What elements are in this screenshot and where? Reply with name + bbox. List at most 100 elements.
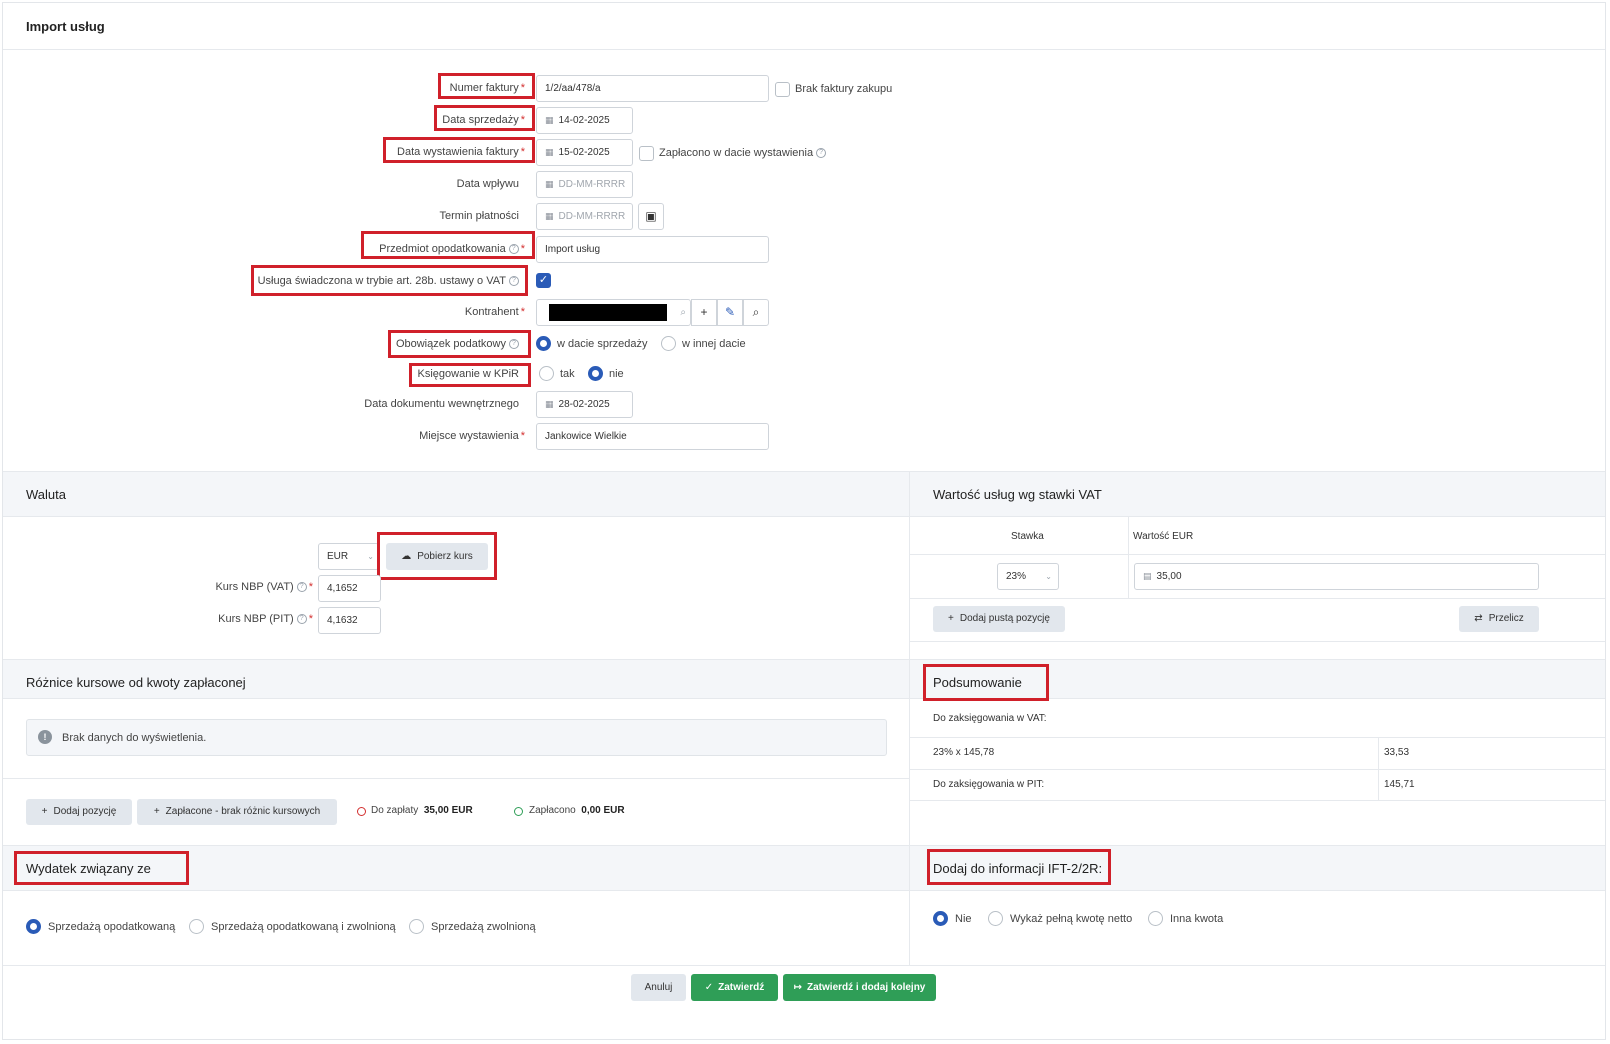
add-kontrahent-button[interactable]: + bbox=[691, 299, 717, 326]
wydatek-opt3-label: Sprzedażą zwolnioną bbox=[431, 921, 536, 933]
data-wplywu-input[interactable]: ▦ DD-MM-RRRR bbox=[536, 171, 633, 198]
col-wartosc-header: Wartość EUR bbox=[1133, 531, 1194, 542]
status-dot-icon bbox=[357, 807, 366, 816]
col-stawka-header: Stawka bbox=[1011, 531, 1044, 542]
przelicz-button[interactable]: ⇄ Przelicz bbox=[1459, 606, 1539, 632]
wydatek-opodatkowana-zwolniona-radio[interactable] bbox=[189, 919, 204, 934]
highlight-box bbox=[388, 330, 531, 358]
obowiazek-w-dacie-sprzedazy-radio[interactable] bbox=[536, 336, 551, 351]
vat-summary-label: Do zaksięgowania w VAT: bbox=[933, 713, 1047, 724]
wartosc-eur-input[interactable]: ▤ 35,00 bbox=[1134, 563, 1539, 590]
dodaj-pozycje-button[interactable]: + Dodaj pozycję bbox=[26, 799, 132, 825]
kpir-nie-radio[interactable] bbox=[588, 366, 603, 381]
wartosc-uslug-title: Wartość usług wg stawki VAT bbox=[933, 487, 1102, 502]
wydatek-zwolniona-radio[interactable] bbox=[409, 919, 424, 934]
highlight-box bbox=[383, 137, 535, 163]
kurs-pit-input[interactable]: 4,1632 bbox=[318, 607, 381, 634]
divider bbox=[910, 598, 1605, 599]
plus-icon: + bbox=[700, 305, 708, 319]
divider bbox=[3, 778, 909, 779]
brak-faktury-label: Brak faktury zakupu bbox=[795, 83, 893, 95]
numer-faktury-input[interactable]: 1/2/aa/478/a bbox=[536, 75, 769, 102]
zatwierdz-button[interactable]: ✓ Zatwierdź bbox=[691, 974, 778, 1001]
data-wystawienia-input[interactable]: ▦ 15-02-2025 bbox=[536, 139, 633, 166]
termin-platnosci-input[interactable]: ▦ DD-MM-RRRR bbox=[536, 203, 633, 230]
kpir-tak-radio[interactable] bbox=[539, 366, 554, 381]
kontrahent-input[interactable]: ⌕ bbox=[536, 299, 691, 326]
status-dot-icon bbox=[514, 807, 523, 816]
zatwierdz-dodaj-kolejny-button[interactable]: ↦ Zatwierdź i dodaj kolejny bbox=[783, 974, 936, 1001]
dodaj-pusta-pozycje-button[interactable]: + Dodaj pustą pozycję bbox=[933, 606, 1065, 632]
miejsce-wystawienia-label: Miejsce wystawienia * bbox=[419, 430, 525, 442]
empty-state-text: Brak danych do wyświetlenia. bbox=[62, 732, 207, 744]
do-zaplaty: Do zapłaty 35,00 EUR bbox=[371, 805, 473, 816]
edit-kontrahent-button[interactable]: ✎ bbox=[717, 299, 743, 326]
calendar-icon: ▦ bbox=[545, 399, 554, 409]
vat-row-label: 23% x 145,78 bbox=[933, 747, 995, 758]
empty-state-alert: ! Brak danych do wyświetlenia. bbox=[26, 719, 887, 756]
ift-nie-radio[interactable] bbox=[933, 911, 948, 926]
usluga-28b-checkbox[interactable]: ✓ bbox=[536, 273, 551, 288]
help-icon: ? bbox=[296, 614, 307, 625]
divider bbox=[910, 641, 1605, 642]
column-divider bbox=[909, 471, 910, 966]
pit-summary-label: Do zaksięgowania w PIT: bbox=[933, 779, 1045, 790]
anuluj-button[interactable]: Anuluj bbox=[631, 974, 686, 1001]
calendar-icon: ▦ bbox=[545, 147, 554, 157]
divider bbox=[910, 737, 1605, 738]
ift-opt2-label: Wykaż pełną kwotę netto bbox=[1010, 913, 1133, 925]
highlight-box bbox=[251, 265, 528, 296]
page-title: Import usług bbox=[26, 19, 105, 34]
ift-opt3-label: Inna kwota bbox=[1170, 913, 1224, 925]
kurs-vat-label: Kurs NBP (VAT)? * bbox=[215, 581, 313, 593]
roznice-title: Różnice kursowe od kwoty zapłaconej bbox=[26, 675, 246, 690]
highlight-box bbox=[409, 363, 531, 387]
brak-faktury-checkbox[interactable] bbox=[775, 82, 790, 97]
miejsce-wystawienia-input[interactable]: Jankowice Wielkie bbox=[536, 423, 769, 450]
edit-icon: ✎ bbox=[724, 305, 736, 319]
search-icon: ⌕ bbox=[752, 305, 760, 319]
ift-inna-kwota-radio[interactable] bbox=[1148, 911, 1163, 926]
info-icon: ! bbox=[38, 730, 52, 744]
calendar-icon: ▦ bbox=[545, 211, 554, 221]
obowiazek-w-innej-dacie-radio[interactable] bbox=[661, 336, 676, 351]
calendar-icon: ▦ bbox=[545, 179, 554, 189]
zaplacono-w-dacie-checkbox[interactable] bbox=[639, 146, 654, 161]
refresh-icon: ⇄ bbox=[1474, 613, 1483, 624]
przedmiot-opodatkowania-input[interactable]: Import usług bbox=[536, 236, 769, 263]
termin-platnosci-label: Termin płatności bbox=[439, 210, 519, 222]
divider bbox=[3, 965, 1605, 966]
check-icon: ✓ bbox=[704, 982, 714, 993]
wydatek-opodatkowana-radio[interactable] bbox=[26, 919, 41, 934]
divider bbox=[910, 554, 1605, 555]
redacted-value bbox=[549, 304, 667, 321]
calendar-picker-button[interactable]: ▣ bbox=[638, 203, 664, 230]
plus-icon: + bbox=[948, 613, 954, 624]
data-wplywu-label: Data wpływu bbox=[456, 178, 519, 190]
waluta-header bbox=[3, 471, 909, 517]
highlight-box bbox=[377, 532, 497, 580]
search-kontrahent-button[interactable]: ⌕ bbox=[743, 299, 769, 326]
data-dokumentu-input[interactable]: ▦ 28-02-2025 bbox=[536, 391, 633, 418]
check-icon: ✓ bbox=[538, 274, 549, 286]
wydatek-opt1-label: Sprzedażą opodatkowaną bbox=[48, 921, 176, 933]
kpir-nie-label: nie bbox=[609, 368, 624, 380]
highlight-box bbox=[923, 664, 1049, 701]
kpir-tak-label: tak bbox=[560, 368, 575, 380]
calculator-icon: ▤ bbox=[1143, 571, 1152, 581]
kurs-vat-input[interactable]: 4,1652 bbox=[318, 575, 381, 602]
calendar-icon: ▣ bbox=[645, 209, 657, 223]
stawka-select[interactable]: 23% ⌄ bbox=[997, 563, 1059, 590]
data-sprzedazy-input[interactable]: ▦ 14-02-2025 bbox=[536, 107, 633, 134]
highlight-box bbox=[438, 73, 535, 99]
highlight-box bbox=[14, 851, 189, 885]
obowiazek-opt1-label: w dacie sprzedaży bbox=[557, 338, 648, 350]
highlight-box bbox=[361, 231, 535, 259]
vat-row-value: 33,53 bbox=[1384, 747, 1410, 758]
help-icon: ? bbox=[296, 582, 307, 593]
kurs-pit-label: Kurs NBP (PIT)? * bbox=[218, 613, 313, 625]
currency-select[interactable]: EUR ⌄ bbox=[318, 543, 379, 570]
chevron-down-icon: ⌄ bbox=[1045, 572, 1052, 581]
zaplacone-brak-roznic-button[interactable]: + Zapłacone - brak różnic kursowych bbox=[137, 799, 337, 825]
ift-pelna-kwota-radio[interactable] bbox=[988, 911, 1003, 926]
